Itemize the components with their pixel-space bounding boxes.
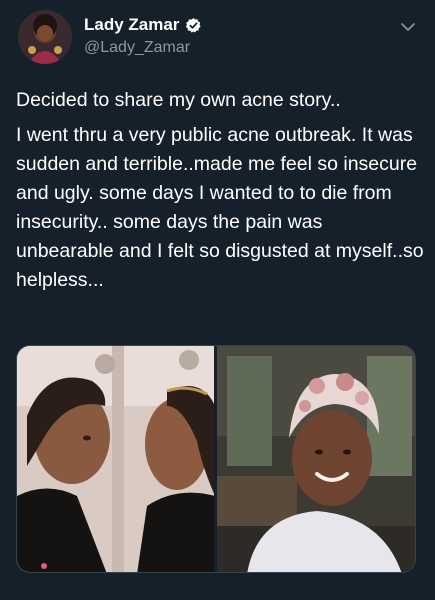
photo-after[interactable] xyxy=(217,346,415,572)
verified-badge-icon xyxy=(185,17,202,34)
tweet-media xyxy=(16,345,416,573)
tweet-header: Lady Zamar @Lady_Zamar xyxy=(0,0,435,70)
author-names: Lady Zamar @Lady_Zamar xyxy=(84,14,202,57)
handle[interactable]: @Lady_Zamar xyxy=(84,39,202,57)
tweet-paragraph: Decided to share my own acne story.. xyxy=(16,89,341,111)
avatar[interactable] xyxy=(18,10,72,64)
photo-before[interactable] xyxy=(17,346,215,572)
chevron-down-icon[interactable] xyxy=(399,18,417,36)
tweet-text: Decided to share my own acne story.. I w… xyxy=(16,86,424,301)
tweet-card: Lady Zamar @Lady_Zamar Decided to share … xyxy=(0,0,435,600)
display-name[interactable]: Lady Zamar xyxy=(84,15,179,35)
tweet-paragraph: I went thru a very public acne outbreak.… xyxy=(16,124,424,291)
